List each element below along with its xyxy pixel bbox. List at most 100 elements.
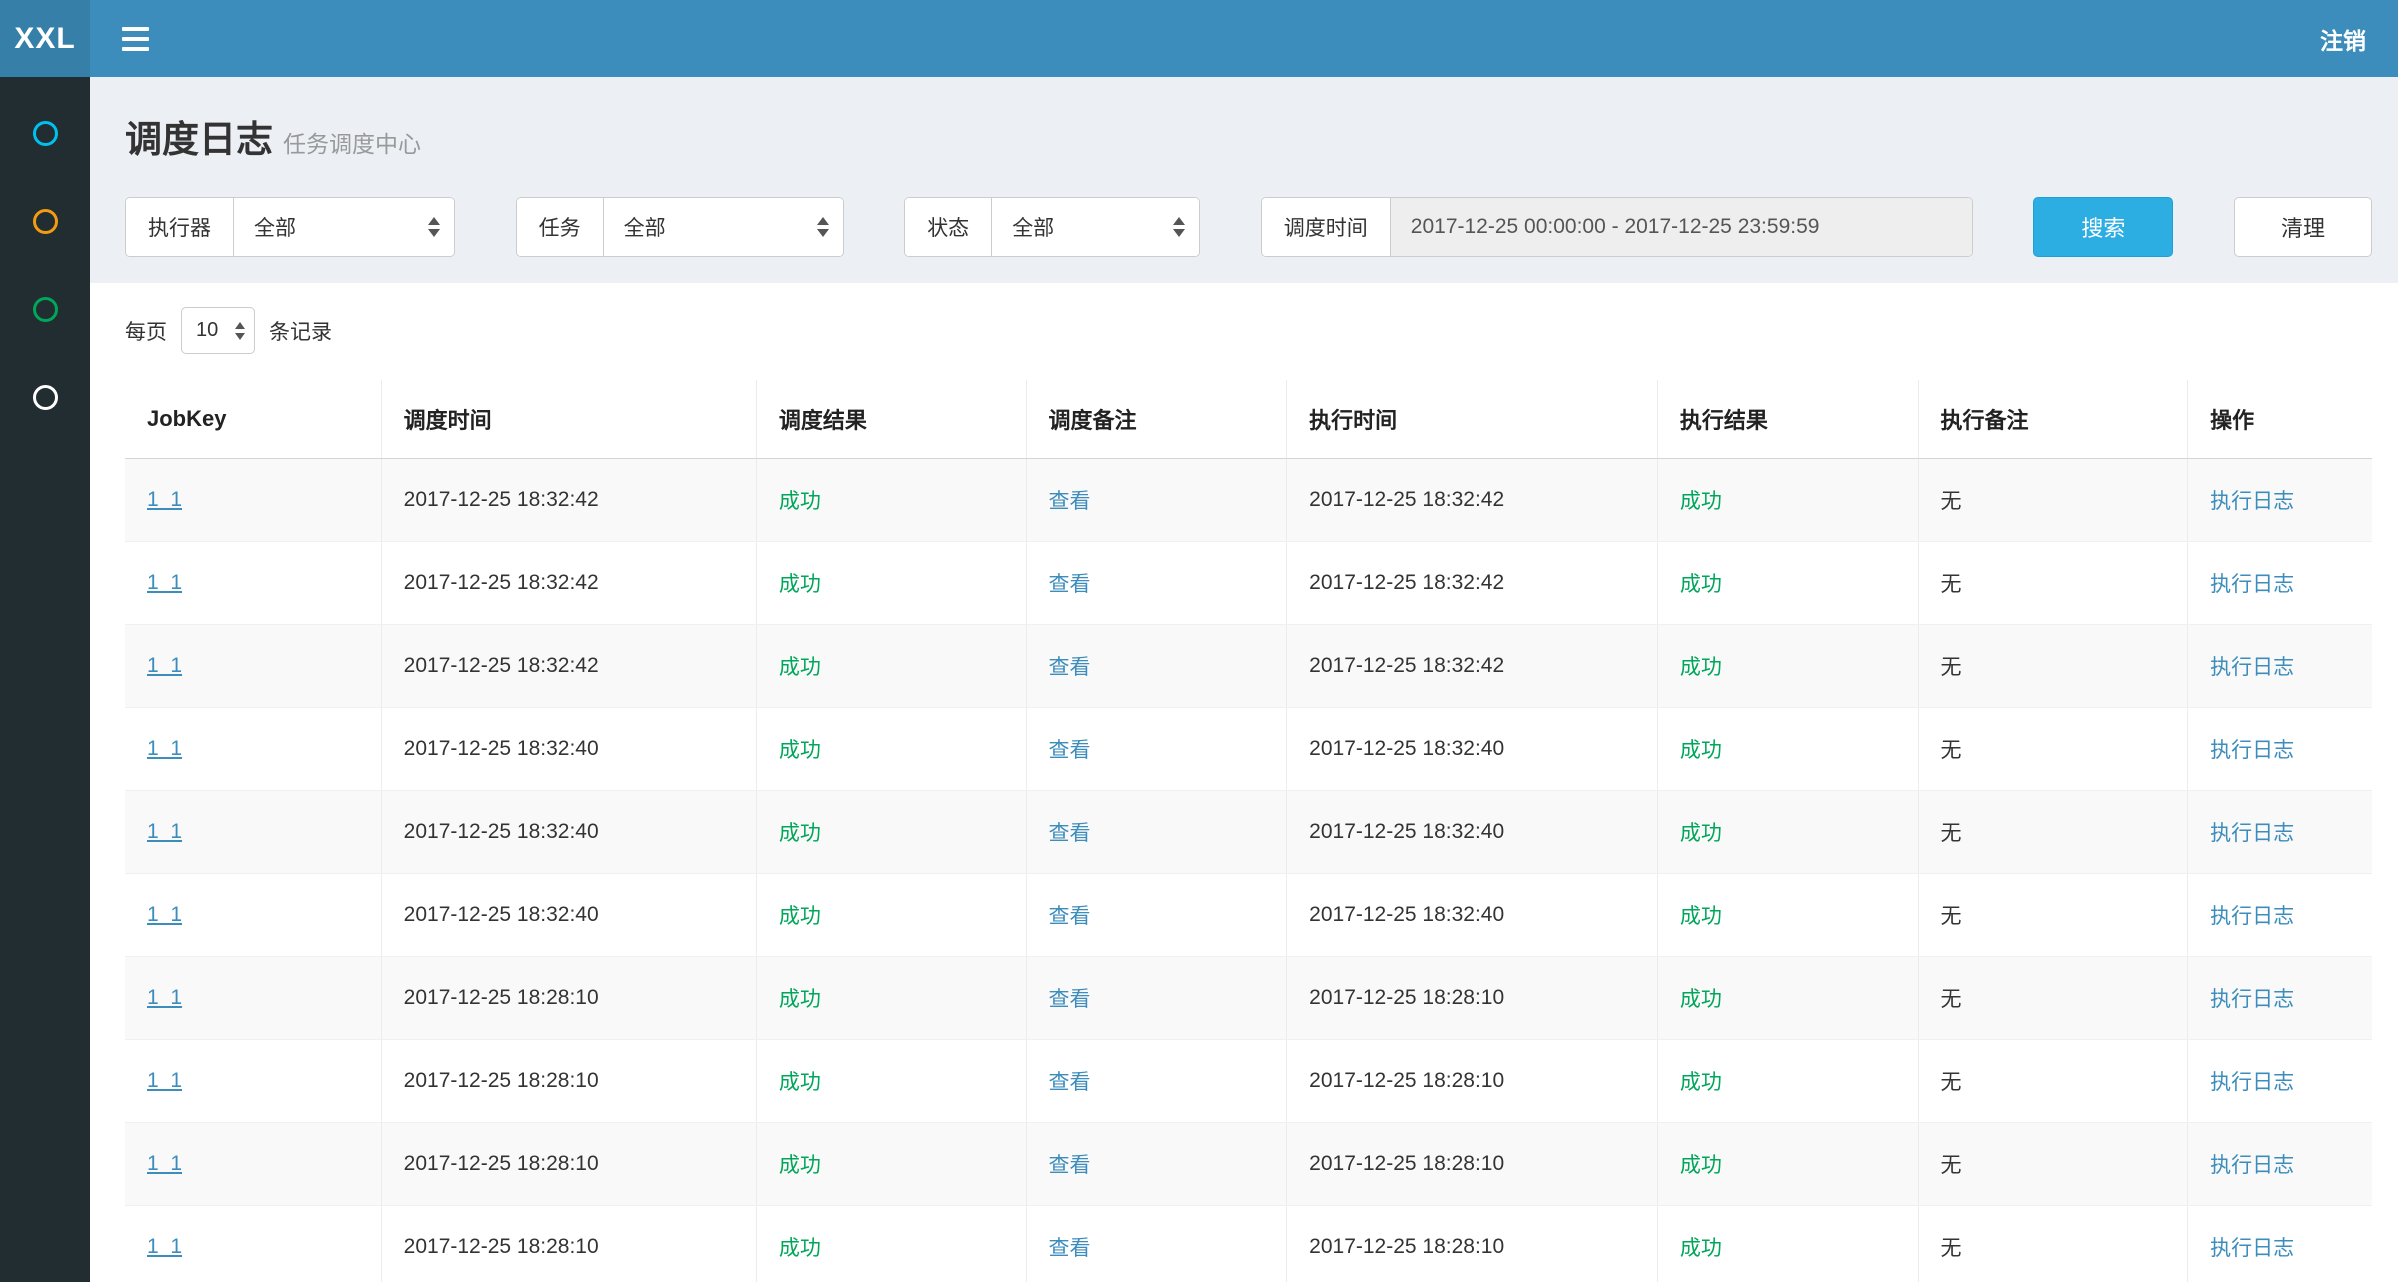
- page-size-prefix-label: 每页: [125, 316, 167, 346]
- column-header-1[interactable]: 调度时间: [381, 380, 756, 459]
- circle-icon: [33, 385, 58, 410]
- jobkey-link[interactable]: 1_1: [147, 903, 182, 926]
- job-select[interactable]: 全部: [604, 198, 843, 256]
- handle-msg-cell: 无: [1918, 625, 2188, 708]
- exec-log-link[interactable]: 执行日志: [2210, 573, 2294, 596]
- exec-log-link[interactable]: 执行日志: [2210, 822, 2294, 845]
- sidebar-item-2[interactable]: [0, 177, 90, 265]
- trigger-time-cell: 2017-12-25 18:28:10: [381, 1040, 756, 1123]
- select-arrows-icon: [1173, 217, 1185, 237]
- exec-log-link[interactable]: 执行日志: [2210, 1237, 2294, 1260]
- trigger-msg-link[interactable]: 查看: [1049, 1071, 1091, 1094]
- exec-log-link[interactable]: 执行日志: [2210, 1071, 2294, 1094]
- exec-log-link[interactable]: 执行日志: [2210, 656, 2294, 679]
- jobkey-link[interactable]: 1_1: [147, 1152, 182, 1175]
- sidebar: [0, 77, 90, 1282]
- handle-msg-cell: 无: [1918, 874, 2188, 957]
- jobkey-link[interactable]: 1_1: [147, 571, 182, 594]
- trigger-time-cell: 2017-12-25 18:28:10: [381, 957, 756, 1040]
- exec-log-link[interactable]: 执行日志: [2210, 739, 2294, 762]
- job-filter-group: 任务 全部: [516, 197, 844, 257]
- jobkey-link[interactable]: 1_1: [147, 654, 182, 677]
- handle-time-cell: 2017-12-25 18:32:42: [1287, 542, 1658, 625]
- circle-icon: [33, 209, 58, 234]
- trigger-time-range-input[interactable]: 2017-12-25 00:00:00 - 2017-12-25 23:59:5…: [1391, 198, 1972, 256]
- status-select[interactable]: 全部: [992, 198, 1199, 256]
- app-logo[interactable]: XXL: [0, 0, 90, 77]
- table-row: 1_1 2017-12-25 18:32:42 成功 查看 2017-12-25…: [125, 625, 2372, 708]
- column-header-0[interactable]: JobKey: [125, 380, 381, 459]
- job-filter-label: 任务: [517, 198, 604, 256]
- jobkey-link[interactable]: 1_1: [147, 1069, 182, 1092]
- trigger-time-cell: 2017-12-25 18:32:40: [381, 791, 756, 874]
- trigger-result-cell: 成功: [756, 1206, 1026, 1282]
- handle-msg-cell: 无: [1918, 791, 2188, 874]
- trigger-msg-link[interactable]: 查看: [1049, 739, 1091, 762]
- table-row: 1_1 2017-12-25 18:32:42 成功 查看 2017-12-25…: [125, 542, 2372, 625]
- status-filter-group: 状态 全部: [904, 197, 1200, 257]
- sidebar-item-3[interactable]: [0, 265, 90, 353]
- log-box: 每页 10 条记录 JobKey调度时间调度结果调度备注执行时间执行结果执行备注…: [90, 283, 2398, 1282]
- trigger-time-filter-label: 调度时间: [1262, 198, 1391, 256]
- navbar-right: 注销: [90, 0, 2398, 77]
- trigger-msg-link[interactable]: 查看: [1049, 905, 1091, 928]
- sidebar-item-4[interactable]: [0, 353, 90, 441]
- trigger-time-cell: 2017-12-25 18:32:42: [381, 459, 756, 542]
- handle-msg-cell: 无: [1918, 708, 2188, 791]
- trigger-result-cell: 成功: [756, 459, 1026, 542]
- page-title: 调度日志: [125, 119, 273, 160]
- trigger-result-cell: 成功: [756, 1123, 1026, 1206]
- trigger-result-cell: 成功: [756, 957, 1026, 1040]
- exec-log-link[interactable]: 执行日志: [2210, 1154, 2294, 1177]
- column-header-7[interactable]: 操作: [2188, 380, 2372, 459]
- jobkey-link[interactable]: 1_1: [147, 737, 182, 760]
- jobkey-link[interactable]: 1_1: [147, 1235, 182, 1258]
- exec-log-link[interactable]: 执行日志: [2210, 905, 2294, 928]
- handle-result-cell: 成功: [1657, 874, 1918, 957]
- hamburger-icon: [122, 27, 149, 31]
- handle-result-cell: 成功: [1657, 1040, 1918, 1123]
- search-button[interactable]: 搜索: [2033, 197, 2173, 257]
- jobkey-link[interactable]: 1_1: [147, 986, 182, 1009]
- handle-msg-cell: 无: [1918, 1040, 2188, 1123]
- sidebar-item-1[interactable]: [0, 89, 90, 177]
- trigger-msg-link[interactable]: 查看: [1049, 656, 1091, 679]
- trigger-time-cell: 2017-12-25 18:32:40: [381, 874, 756, 957]
- trigger-msg-link[interactable]: 查看: [1049, 573, 1091, 596]
- page-size-select[interactable]: 10: [181, 307, 255, 354]
- trigger-msg-link[interactable]: 查看: [1049, 1237, 1091, 1260]
- column-header-2[interactable]: 调度结果: [756, 380, 1026, 459]
- handle-msg-cell: 无: [1918, 957, 2188, 1040]
- page-size-suffix-label: 条记录: [269, 316, 332, 346]
- handle-time-cell: 2017-12-25 18:28:10: [1287, 1123, 1658, 1206]
- handle-result-cell: 成功: [1657, 1123, 1918, 1206]
- handle-time-cell: 2017-12-25 18:32:40: [1287, 791, 1658, 874]
- sidebar-toggle-button[interactable]: [122, 27, 149, 51]
- handle-result-cell: 成功: [1657, 1206, 1918, 1282]
- trigger-result-cell: 成功: [756, 791, 1026, 874]
- jobkey-link[interactable]: 1_1: [147, 488, 182, 511]
- executor-select[interactable]: 全部: [234, 198, 454, 256]
- clear-log-button[interactable]: 清理: [2234, 197, 2372, 257]
- executor-filter-label: 执行器: [126, 198, 234, 256]
- exec-log-link[interactable]: 执行日志: [2210, 490, 2294, 513]
- handle-msg-cell: 无: [1918, 542, 2188, 625]
- logout-link[interactable]: 注销: [2320, 22, 2366, 56]
- column-header-4[interactable]: 执行时间: [1287, 380, 1658, 459]
- column-header-3[interactable]: 调度备注: [1026, 380, 1287, 459]
- trigger-msg-link[interactable]: 查看: [1049, 1154, 1091, 1177]
- sidebar-menu: [0, 89, 90, 441]
- main-content: 调度日志任务调度中心 执行器 全部 任务 全部 状态: [90, 77, 2398, 1282]
- trigger-msg-link[interactable]: 查看: [1049, 490, 1091, 513]
- status-select-value: 全部: [1012, 212, 1054, 242]
- job-select-value: 全部: [624, 212, 666, 242]
- exec-log-link[interactable]: 执行日志: [2210, 988, 2294, 1011]
- trigger-msg-link[interactable]: 查看: [1049, 822, 1091, 845]
- handle-msg-cell: 无: [1918, 459, 2188, 542]
- jobkey-link[interactable]: 1_1: [147, 820, 182, 843]
- trigger-result-cell: 成功: [756, 542, 1026, 625]
- trigger-msg-link[interactable]: 查看: [1049, 988, 1091, 1011]
- column-header-5[interactable]: 执行结果: [1657, 380, 1918, 459]
- column-header-6[interactable]: 执行备注: [1918, 380, 2188, 459]
- app-root: XXL 注销 调度日志任务调度中心 执行器 全部: [0, 0, 2398, 1282]
